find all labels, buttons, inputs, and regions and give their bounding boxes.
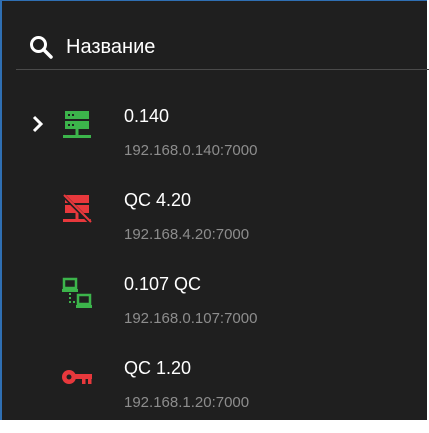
device-list-panel: 0.140 192.168.0.140:7000 QC 4.20 192.168… bbox=[0, 0, 429, 420]
server-online-icon bbox=[60, 109, 94, 143]
device-name: QC 1.20 bbox=[124, 358, 192, 378]
device-name: 0.107 QC bbox=[124, 274, 202, 294]
device-address: 192.168.0.107:7000 bbox=[124, 310, 258, 327]
device-row-0-107-qc[interactable]: 0.107 QC 192.168.0.107:7000 bbox=[2, 265, 429, 349]
device-list: 0.140 192.168.0.140:7000 QC 4.20 192.168… bbox=[2, 97, 429, 433]
search-icon bbox=[28, 34, 54, 60]
device-row-qc-4-20[interactable]: QC 4.20 192.168.4.20:7000 bbox=[2, 181, 429, 265]
device-address: 192.168.1.20:7000 bbox=[124, 394, 250, 411]
device-row-0-140[interactable]: 0.140 192.168.0.140:7000 bbox=[2, 97, 429, 181]
device-address: 192.168.4.20:7000 bbox=[124, 226, 250, 243]
device-address: 192.168.0.140:7000 bbox=[124, 142, 258, 159]
server-offline-icon bbox=[60, 193, 94, 227]
network-connected-icon bbox=[60, 277, 94, 311]
search-bar bbox=[28, 29, 418, 65]
key-icon bbox=[60, 361, 94, 395]
divider bbox=[16, 69, 429, 70]
search-input[interactable] bbox=[66, 32, 418, 62]
chevron-right-icon[interactable] bbox=[31, 114, 45, 134]
device-row-qc-1-20[interactable]: QC 1.20 192.168.1.20:7000 bbox=[2, 349, 429, 433]
device-name: QC 4.20 bbox=[124, 190, 192, 210]
device-name: 0.140 bbox=[124, 106, 170, 126]
